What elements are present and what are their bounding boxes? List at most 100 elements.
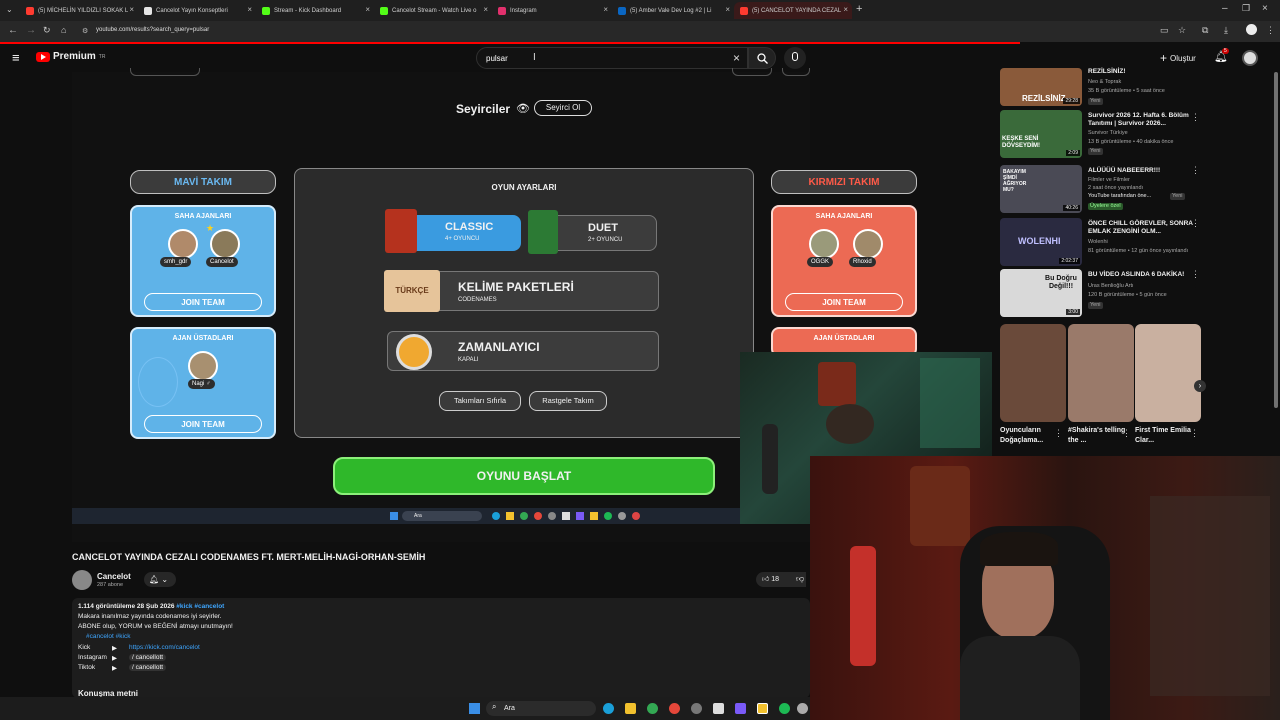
- youtube-icon: [26, 6, 34, 15]
- clear-search-icon[interactable]: ×: [733, 51, 740, 65]
- codenames-box-icon: [385, 209, 417, 253]
- app-icon[interactable]: [735, 703, 746, 714]
- account-avatar[interactable]: [1242, 50, 1258, 66]
- tab-6[interactable]: (5) Amber Vale Dev Log #2 | Li ×: [612, 2, 734, 19]
- taskbar-search[interactable]: Ara: [486, 701, 596, 716]
- join-team-button[interactable]: JOIN TEAM: [144, 293, 262, 311]
- empty-avatar-outline: [138, 357, 178, 407]
- short-thumbnail[interactable]: [1135, 324, 1201, 422]
- channel-avatar[interactable]: [72, 570, 92, 590]
- tiktok-chip[interactable]: / cancellott: [129, 664, 167, 671]
- close-icon[interactable]: ×: [843, 5, 848, 14]
- close-window-icon[interactable]: ×: [1262, 3, 1268, 14]
- instagram-chip[interactable]: / cancellott: [129, 654, 167, 661]
- bookmark-star-icon[interactable]: ☆: [1178, 25, 1186, 36]
- join-team-button[interactable]: JOIN TEAM: [785, 293, 903, 311]
- app-icon[interactable]: [757, 703, 768, 714]
- hashtags[interactable]: #kick #cancelot: [176, 603, 224, 610]
- tab-1[interactable]: (5) MİCHELİN YILDIZLI SOKAK L ×: [20, 2, 138, 19]
- site-info-icon[interactable]: ⚙: [82, 27, 88, 35]
- notepad-icon[interactable]: [713, 703, 724, 714]
- url-field[interactable]: youtube.com/results?search_query=pulsar: [96, 27, 209, 33]
- word-packs-setting[interactable]: TÜRKÇE KELİME PAKETLERİ CODENAMES: [384, 270, 659, 312]
- close-icon[interactable]: ×: [603, 5, 608, 14]
- page-scrollbar[interactable]: [1274, 72, 1278, 408]
- more-options-icon[interactable]: ⋮: [1191, 218, 1200, 229]
- join-team-button[interactable]: JOIN TEAM: [144, 415, 262, 433]
- tab-2[interactable]: Cancelot Yayın Konseptleri ×: [138, 2, 256, 19]
- cast-icon[interactable]: ▭: [1160, 25, 1169, 36]
- menu-dots-icon[interactable]: ⋮: [1266, 25, 1275, 36]
- youtube-icon: [740, 6, 748, 15]
- video-player[interactable]: Seyirciler 👁︎ Seyirci Ol MAVİ TAKIM SAHA…: [72, 68, 917, 542]
- app-icon: [590, 512, 598, 520]
- more-options-icon[interactable]: ⋮: [1191, 112, 1200, 123]
- kick-link[interactable]: https://kick.com/cancelot: [129, 644, 200, 651]
- profile-avatar[interactable]: [1246, 24, 1257, 35]
- edge-icon[interactable]: [603, 703, 614, 714]
- random-team-button[interactable]: Rastgele Takım: [529, 391, 607, 411]
- spotify-icon[interactable]: [779, 703, 790, 714]
- start-game-button[interactable]: OYUNU BAŞLAT: [333, 457, 715, 495]
- close-icon[interactable]: ×: [365, 5, 370, 14]
- minimize-icon[interactable]: –: [1222, 3, 1228, 14]
- reset-teams-button[interactable]: Takımları Sıfırla: [439, 391, 521, 411]
- extensions-icon[interactable]: ⧉: [1202, 25, 1208, 36]
- more-options-icon[interactable]: ⋮: [1190, 428, 1199, 439]
- hamburger-menu-icon[interactable]: ≡: [12, 50, 20, 65]
- windows-taskbar: Ara ⌕: [0, 697, 810, 720]
- tab-list-chevron-icon[interactable]: ⌄: [6, 5, 13, 14]
- new-tab-icon[interactable]: +: [856, 3, 862, 15]
- like-count: 18: [771, 576, 780, 583]
- close-icon[interactable]: ×: [483, 5, 488, 14]
- reload-icon[interactable]: ↻: [43, 25, 51, 36]
- blue-field-agents-card: SAHA AJANLARI ★ smh_gdr Cancelot JOIN TE…: [130, 205, 276, 317]
- short-thumbnail[interactable]: [1000, 324, 1066, 422]
- maximize-icon[interactable]: ❐: [1242, 3, 1250, 14]
- subscribe-bell-button[interactable]: 🔔︎ ⌄: [144, 572, 176, 587]
- description-box[interactable]: 1.114 görüntüleme 28 Şub 2026 #kick #can…: [72, 598, 810, 698]
- mode-classic-button[interactable]: CLASSIC 4+ OYUNCU: [385, 209, 521, 253]
- description-hashtags[interactable]: #cancelot #kick: [86, 633, 130, 640]
- related-video-item[interactable]: WOLENHI 2:02:37 ÖNCE CHILL GÖREVLER, SONR…: [998, 218, 1210, 268]
- more-options-icon[interactable]: ⋮: [1054, 428, 1063, 439]
- home-icon[interactable]: ⌂: [61, 25, 66, 35]
- app-icon[interactable]: [797, 703, 808, 714]
- tab-4[interactable]: Cancelot Stream - Watch Live o ×: [374, 2, 492, 19]
- close-icon[interactable]: ×: [725, 5, 730, 14]
- channel-name[interactable]: Cancelot: [97, 572, 131, 581]
- tab-5[interactable]: Instagram ×: [492, 2, 612, 19]
- download-icon[interactable]: ⤓: [1224, 25, 1228, 36]
- more-options-icon[interactable]: ⋮: [1191, 269, 1200, 280]
- windows-start-icon[interactable]: [469, 703, 480, 714]
- tab-7-active[interactable]: (5) CANCELOT YAYINDA CEZAL ×: [734, 2, 852, 19]
- more-options-icon[interactable]: ⋮: [1122, 428, 1131, 439]
- voice-search-button[interactable]: [784, 47, 806, 69]
- search-box[interactable]: pulsar I ×: [476, 47, 748, 69]
- close-icon[interactable]: ×: [247, 5, 252, 14]
- short-thumbnail[interactable]: [1068, 324, 1134, 422]
- search-input[interactable]: pulsar: [486, 54, 508, 63]
- tab-3[interactable]: Stream - Kick Dashboard ×: [256, 2, 374, 19]
- mode-duet-button[interactable]: DUET 2+ OYUNCU: [528, 210, 657, 254]
- close-icon[interactable]: ×: [129, 5, 134, 14]
- members-only-badge: Üyelere özel: [1088, 203, 1123, 210]
- youtube-logo[interactable]: Premium TR: [36, 51, 105, 62]
- chrome-icon[interactable]: [647, 703, 658, 714]
- timer-setting[interactable]: ZAMANLAYICI KAPALI: [387, 331, 659, 371]
- become-spectator-button[interactable]: Seyirci Ol: [534, 100, 592, 116]
- app-icon[interactable]: [691, 703, 702, 714]
- related-video-item[interactable]: Bu Doğru Değil!!! 3:00 BU VİDEO ASLINDA 6…: [998, 269, 1210, 319]
- related-video-item[interactable]: BAKAYIM ŞİMDİ AĞRIYOR MU? 40:26 ALÜÜÜÜ NA…: [998, 165, 1210, 215]
- shorts-next-icon[interactable]: ›: [1194, 380, 1206, 392]
- video-title: Survivor 2026 12. Hafta 6. Bölüm Tanıtım…: [1088, 112, 1189, 127]
- file-explorer-icon[interactable]: [625, 703, 636, 714]
- more-options-icon[interactable]: ⋮: [1191, 165, 1200, 176]
- create-button[interactable]: + Oluştur: [1160, 51, 1196, 65]
- forward-icon[interactable]: →: [26, 25, 36, 36]
- search-button[interactable]: [748, 47, 776, 69]
- related-video-item[interactable]: KEŞKE SENİ DÖVSEYDİM! 2:09 Survivor 2026 …: [998, 110, 1210, 160]
- thumbs-down-icon[interactable]: 👎︎: [796, 574, 804, 584]
- app-icon[interactable]: [669, 703, 680, 714]
- back-icon[interactable]: ←: [8, 25, 18, 36]
